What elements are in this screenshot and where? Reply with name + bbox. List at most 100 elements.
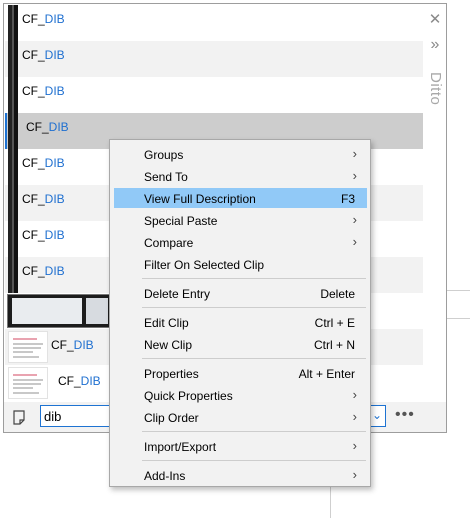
note-icon[interactable] <box>13 410 25 425</box>
menu-item-delete-entry[interactable]: Delete Entry Delete <box>114 283 367 303</box>
clip-text-match: DIB <box>44 156 65 170</box>
clip-text-prefix: CF_ <box>26 120 49 134</box>
menu-item-label: Add-Ins <box>144 469 186 483</box>
menu-item-clip-order[interactable]: Clip Order › <box>114 407 367 427</box>
menu-item-label: Properties <box>144 367 199 381</box>
menu-item-label: Compare <box>144 236 194 250</box>
menu-item-view-full-description[interactable]: View Full Description F3 <box>114 188 367 208</box>
clip-thumbnail <box>7 294 113 328</box>
chevron-right-icon: › <box>352 387 357 402</box>
menu-item-edit-clip[interactable]: Edit Clip Ctrl + E <box>114 312 367 332</box>
menu-separator <box>142 431 366 432</box>
clip-row[interactable]: CF_DIB <box>5 5 423 41</box>
double-chevron-right-icon[interactable]: » <box>424 34 446 56</box>
clip-text-match: DIB <box>73 338 94 352</box>
clip-text: CF_DIB <box>22 156 65 170</box>
menu-item-label: Quick Properties <box>144 389 233 403</box>
menu-item-properties[interactable]: Properties Alt + Enter <box>114 363 367 383</box>
clip-thumbnail <box>8 185 18 221</box>
clip-thumbnail <box>8 367 48 399</box>
menu-item-shortcut: Delete <box>320 287 355 301</box>
clip-text-match: DIB <box>48 120 69 134</box>
menu-separator <box>142 278 366 279</box>
clip-row[interactable]: CF_DIB <box>5 41 423 77</box>
menu-separator <box>142 358 366 359</box>
clip-text-match: DIB <box>44 48 65 62</box>
chevron-right-icon: › <box>352 146 357 161</box>
menu-item-compare[interactable]: Compare › <box>114 232 367 252</box>
clip-text: CF_DIB <box>22 228 65 242</box>
chevron-right-icon: › <box>352 467 357 482</box>
clip-text-prefix: CF_ <box>22 12 45 26</box>
clip-thumbnail <box>8 5 18 41</box>
menu-item-label: View Full Description <box>144 192 256 206</box>
clip-thumbnail <box>8 221 18 257</box>
clip-text: CF_DIB <box>26 120 69 134</box>
window-side-strip: ✕ » Ditto <box>424 4 446 402</box>
clip-text: CF_DIB <box>22 192 65 206</box>
menu-item-label: Filter On Selected Clip <box>144 258 265 272</box>
clip-text-prefix: CF_ <box>22 264 45 278</box>
clip-text-match: DIB <box>44 264 65 278</box>
menu-item-label: Send To <box>144 170 188 184</box>
clip-text-prefix: CF_ <box>22 192 45 206</box>
menu-item-special-paste[interactable]: Special Paste › <box>114 210 367 230</box>
clip-text-match: DIB <box>44 192 65 206</box>
menu-item-filter-on-selected-clip[interactable]: Filter On Selected Clip <box>114 254 367 274</box>
menu-item-groups[interactable]: Groups › <box>114 144 367 164</box>
clip-text-match: DIB <box>44 228 65 242</box>
menu-item-shortcut: F3 <box>340 192 355 206</box>
menu-separator <box>142 307 366 308</box>
clip-text-prefix: CF_ <box>51 338 74 352</box>
menu-item-quick-properties[interactable]: Quick Properties › <box>114 385 367 405</box>
clip-thumbnail <box>8 331 48 363</box>
menu-item-label: Delete Entry <box>144 287 211 301</box>
clip-row[interactable]: CF_DIB <box>5 77 423 113</box>
chevron-right-icon: › <box>352 234 357 249</box>
chevron-right-icon: › <box>352 409 357 424</box>
menu-item-shortcut: Ctrl + N <box>313 338 355 352</box>
clip-thumbnail <box>8 149 18 185</box>
menu-item-label: Special Paste <box>144 214 218 228</box>
clip-thumbnail <box>8 257 18 293</box>
menu-item-label: Groups <box>144 148 184 162</box>
menu-separator <box>142 460 366 461</box>
menu-item-import-export[interactable]: Import/Export › <box>114 436 367 456</box>
clip-text: CF_DIB <box>58 374 101 388</box>
close-icon[interactable]: ✕ <box>424 9 446 31</box>
clip-text-prefix: CF_ <box>22 156 45 170</box>
clip-text-prefix: CF_ <box>22 48 45 62</box>
clip-text: CF_DIB <box>22 48 65 62</box>
clip-text-match: DIB <box>80 374 101 388</box>
clip-text-match: DIB <box>44 84 65 98</box>
window-title: Ditto <box>427 72 444 106</box>
background-divider <box>446 290 470 291</box>
menu-item-label: New Clip <box>144 338 193 352</box>
menu-item-add-ins[interactable]: Add-Ins › <box>114 465 367 485</box>
chevron-right-icon: › <box>352 168 357 183</box>
menu-item-shortcut: Ctrl + E <box>314 316 355 330</box>
selection-indicator <box>5 113 7 149</box>
background-divider <box>446 318 470 319</box>
clip-thumbnail <box>8 113 18 149</box>
menu-item-send-to[interactable]: Send To › <box>114 166 367 186</box>
chevron-right-icon: › <box>352 212 357 227</box>
clip-text-match: DIB <box>44 12 65 26</box>
clip-thumbnail <box>8 77 18 113</box>
more-horizontal-icon[interactable]: ••• <box>395 407 415 423</box>
menu-item-label: Import/Export <box>144 440 217 454</box>
menu-item-shortcut: Alt + Enter <box>298 367 355 381</box>
clip-thumbnail <box>8 41 18 77</box>
clip-text: CF_DIB <box>51 338 94 352</box>
menu-item-label: Edit Clip <box>144 316 189 330</box>
clip-text: CF_DIB <box>22 84 65 98</box>
clip-text-prefix: CF_ <box>58 374 81 388</box>
clip-text-prefix: CF_ <box>22 84 45 98</box>
chevron-down-icon[interactable]: ⌄ <box>371 409 383 422</box>
clip-text: CF_DIB <box>22 264 65 278</box>
menu-item-new-clip[interactable]: New Clip Ctrl + N <box>114 334 367 354</box>
context-menu: Groups › Send To › View Full Description F3 Sp… <box>109 139 371 487</box>
chevron-right-icon: › <box>352 438 357 453</box>
clip-text: CF_DIB <box>22 12 65 26</box>
clip-text-prefix: CF_ <box>22 228 45 242</box>
